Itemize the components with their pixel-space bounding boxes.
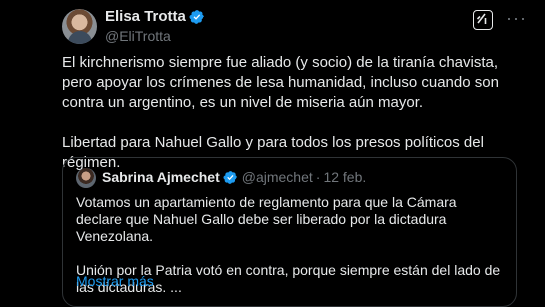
quoted-paragraph-1: Votamos un apartamiento de reglamento pa… [76, 194, 461, 244]
author-name[interactable]: Elisa Trotta [105, 8, 186, 25]
quoted-author-name[interactable]: Sabrina Ajmechet [102, 169, 220, 185]
quoted-date[interactable]: 12 feb. [323, 169, 366, 185]
quoted-author-handle[interactable]: @ajmechet [242, 169, 313, 185]
show-more-link[interactable]: Mostrar más [76, 273, 154, 289]
author-name-row: Elisa Trotta [105, 8, 205, 25]
verified-badge-icon [223, 170, 237, 184]
quoted-header: Sabrina Ajmechet @ajmechet · 12 feb. [102, 169, 366, 185]
post: Elisa Trotta @EliTrotta ··· El kirchneri… [0, 0, 545, 307]
quoted-separator: · [315, 169, 321, 185]
post-paragraph-1: El kirchnerismo siempre fue aliado (y so… [62, 54, 504, 111]
verified-badge-icon [189, 9, 204, 24]
more-options-icon[interactable]: ··· [506, 8, 527, 29]
quoted-post[interactable]: Sabrina Ajmechet @ajmechet · 12 feb. Vot… [62, 157, 517, 307]
author-avatar[interactable] [62, 9, 97, 44]
quoted-author-avatar[interactable] [76, 168, 96, 188]
post-text: El kirchnerismo siempre fue aliado (y so… [62, 53, 532, 173]
grok-icon[interactable] [473, 10, 493, 30]
author-handle[interactable]: @EliTrotta [105, 28, 171, 44]
